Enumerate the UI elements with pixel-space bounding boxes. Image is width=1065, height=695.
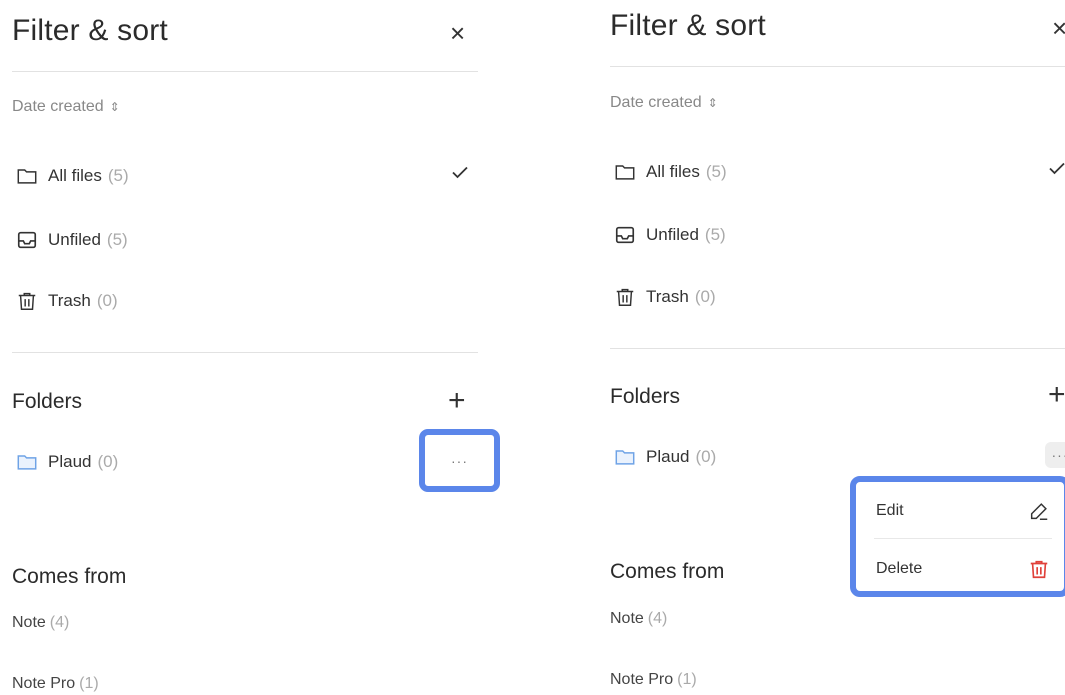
source-label: Note: [610, 610, 644, 627]
source-label: Note: [12, 614, 46, 631]
trash-icon: [616, 288, 634, 306]
close-button[interactable]: ×: [1052, 15, 1065, 41]
trash-icon: [1030, 560, 1048, 579]
folder-more-button[interactable]: ···: [419, 429, 500, 492]
comes-from-heading: Comes from: [12, 565, 127, 588]
inbox-icon: [615, 226, 635, 244]
menu-divider: [874, 538, 1052, 539]
sort-chevron-icon: ⇕: [109, 100, 120, 114]
filter-item-trash[interactable]: Trash (0): [614, 286, 716, 308]
folder-item-plaud[interactable]: Plaud (0): [16, 451, 118, 473]
source-label: Note Pro: [12, 675, 76, 692]
filter-sort-panel-right: Filter & sort × Date created ⇕ All files …: [595, 0, 1065, 695]
sort-label: Date created: [610, 94, 702, 111]
folder-count: (0): [695, 447, 717, 466]
folders-heading: Folders: [12, 390, 83, 413]
comes-from-heading: Comes from: [610, 560, 725, 583]
filter-sort-panel-left: Filter & sort × Date created ⇕ All files …: [0, 0, 520, 695]
folder-context-menu: Edit Delete: [850, 476, 1065, 597]
divider: [610, 348, 1065, 349]
divider: [610, 66, 1065, 67]
folder-count: (0): [97, 452, 119, 471]
menu-item-edit[interactable]: Edit: [856, 489, 1064, 533]
filter-item-label: All files: [646, 162, 700, 181]
menu-item-delete[interactable]: Delete: [856, 547, 1064, 591]
menu-item-label: Delete: [876, 560, 923, 577]
panel-title: Filter & sort: [610, 9, 766, 42]
filter-item-label: Trash: [646, 287, 689, 306]
source-count: (4): [647, 610, 668, 627]
folder-icon: [17, 455, 37, 470]
close-button[interactable]: ×: [450, 20, 465, 46]
filter-item-count: (5): [704, 225, 726, 244]
inbox-icon: [17, 231, 37, 249]
sort-dropdown[interactable]: Date created ⇕: [12, 98, 120, 116]
add-folder-button[interactable]: +: [448, 386, 466, 416]
filter-item-label: Unfiled: [646, 225, 699, 244]
folder-icon: [615, 165, 635, 180]
sort-label: Date created: [12, 98, 104, 115]
filter-item-trash[interactable]: Trash (0): [16, 290, 118, 312]
folder-icon: [17, 169, 37, 184]
filter-item-label: Unfiled: [48, 230, 101, 249]
source-item-note[interactable]: Note (4): [12, 614, 69, 632]
folder-label: Plaud: [48, 452, 92, 471]
filter-item-unfiled[interactable]: Unfiled (5): [614, 224, 726, 246]
menu-item-label: Edit: [876, 502, 904, 519]
sort-chevron-icon: ⇕: [707, 96, 718, 110]
filter-item-label: All files: [48, 166, 102, 185]
filter-item-unfiled[interactable]: Unfiled (5): [16, 229, 128, 251]
folder-label: Plaud: [646, 447, 690, 466]
filter-item-count: (0): [96, 291, 118, 310]
source-count: (1): [79, 675, 99, 692]
source-count: (1): [677, 671, 697, 688]
filter-item-count: (5): [705, 162, 727, 181]
source-item-note-pro[interactable]: Note Pro (1): [610, 671, 697, 689]
filter-item-count: (5): [107, 166, 129, 185]
filter-item-count: (5): [106, 230, 128, 249]
panel-title: Filter & sort: [12, 14, 168, 47]
filter-item-count: (0): [694, 287, 716, 306]
more-dots-icon: ···: [451, 452, 468, 469]
divider: [12, 71, 478, 72]
filter-item-all-files[interactable]: All files (5): [614, 161, 727, 183]
divider: [12, 352, 478, 353]
add-folder-button[interactable]: +: [1048, 380, 1065, 410]
sort-dropdown[interactable]: Date created ⇕: [610, 94, 718, 112]
folder-item-plaud[interactable]: Plaud (0): [614, 446, 716, 468]
more-dots-icon: ···: [1051, 447, 1065, 463]
folders-heading: Folders: [610, 385, 681, 408]
source-item-note-pro[interactable]: Note Pro (1): [12, 675, 99, 693]
filter-item-all-files[interactable]: All files (5): [16, 165, 129, 187]
trash-icon: [18, 292, 36, 310]
selected-check-icon: [450, 162, 470, 187]
pencil-icon: [1030, 503, 1048, 520]
filter-item-label: Trash: [48, 291, 91, 310]
selected-check-icon: [1047, 158, 1065, 183]
source-count: (4): [49, 614, 70, 631]
folder-more-button[interactable]: ···: [1045, 442, 1065, 468]
folder-icon: [615, 450, 635, 465]
source-item-note[interactable]: Note (4): [610, 610, 667, 628]
source-label: Note Pro: [610, 671, 674, 688]
